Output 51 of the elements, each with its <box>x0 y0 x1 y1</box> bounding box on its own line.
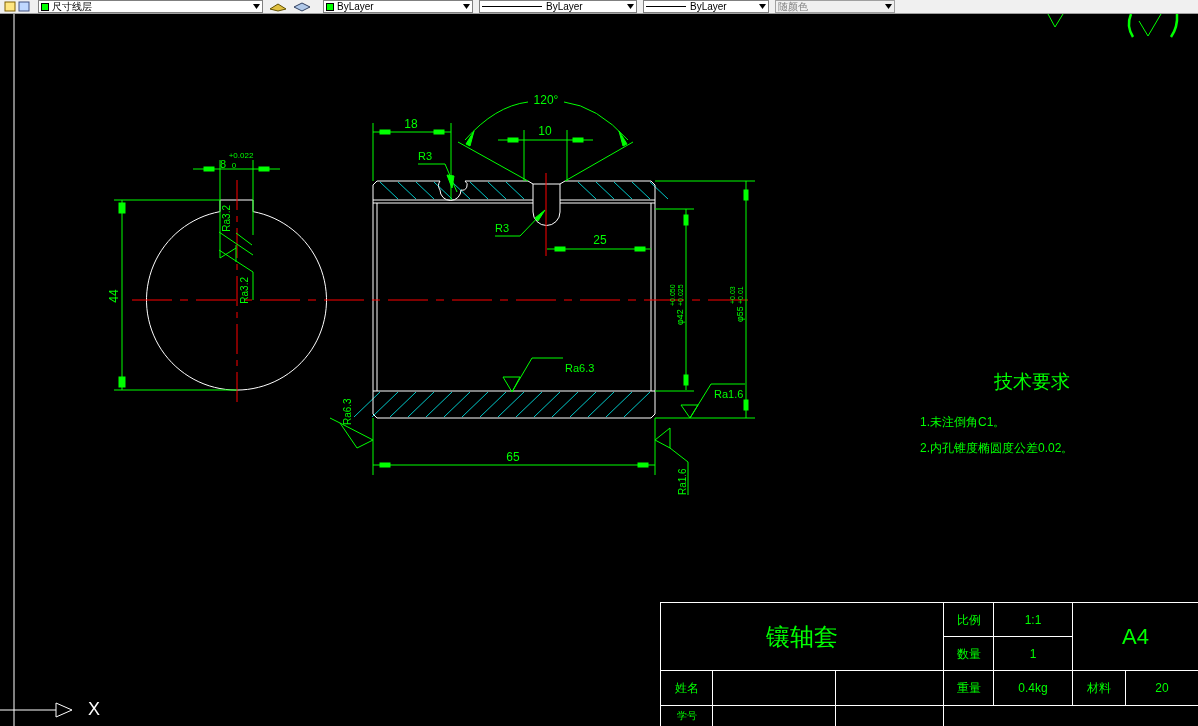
linetype-dropdown[interactable]: ByLayer <box>479 0 637 13</box>
requirement-text: 1.未注倒角C1。 <box>920 416 1007 428</box>
dimension-text: 65 <box>506 450 520 464</box>
layer-state-icon[interactable] <box>4 1 32 12</box>
requirements-title: 技术要求 <box>993 372 1071 391</box>
tolerance-text: +0.022 <box>228 151 254 160</box>
tolerance-text: 0 <box>231 161 237 170</box>
dimension-text: R3 <box>494 222 510 234</box>
roughness-symbol-icon <box>1127 13 1179 38</box>
field-value: 0.4kg <box>1018 680 1048 697</box>
field-label: 材料 <box>1087 680 1111 697</box>
dimension-text: 25 <box>593 233 607 247</box>
dimension-text: 8 <box>219 158 227 170</box>
roughness-text: Ra6.3 <box>565 362 595 374</box>
dropdown-arrow-icon[interactable] <box>627 4 634 9</box>
dimension-text: 44 <box>107 289 121 303</box>
field-label: 比例 <box>956 611 981 629</box>
roughness-symbol-icon <box>1047 13 1064 28</box>
dimension-text: 10 <box>538 124 552 138</box>
part-name: 镶轴套 <box>766 621 838 652</box>
field-label: 重量 <box>956 680 981 697</box>
sheet-size: A4 <box>1122 623 1149 651</box>
dimension-text: φ55 <box>735 306 745 322</box>
plot-style-dropdown[interactable]: 随颜色 <box>775 0 895 13</box>
ucs-icon <box>0 702 73 718</box>
dimension-text: 120° <box>533 93 559 107</box>
roughness-text: Ra3.2 <box>221 205 232 232</box>
dimension-text: 18 <box>404 117 418 131</box>
dropdown-arrow-icon[interactable] <box>253 4 260 9</box>
roughness-text: Ra1.6 <box>714 388 744 400</box>
requirement-text: 2.内孔锥度椭圆度公差0.02。 <box>920 442 1075 454</box>
field-value: 20 <box>1155 680 1169 697</box>
dropdown-arrow-icon[interactable] <box>463 4 470 9</box>
dropdown-arrow-icon[interactable] <box>885 4 892 9</box>
field-label: 学号 <box>676 711 697 721</box>
roughness-text: Ra1.6 <box>677 468 688 495</box>
dimension-text: φ42 <box>675 309 685 325</box>
field-value: 1 <box>1029 645 1037 663</box>
roughness-text: Ra3.2 <box>239 277 250 304</box>
roughness-text: Ra6.3 <box>342 398 353 425</box>
ucs-axis-label: X <box>88 700 100 718</box>
field-label: 姓名 <box>674 680 699 697</box>
layer-dropdown[interactable]: 尺寸线层 <box>38 0 263 13</box>
dimension-text: R3 <box>417 150 433 162</box>
layer-tool-icon[interactable] <box>269 1 287 12</box>
field-value: 1:1 <box>1024 611 1042 629</box>
field-label: 数量 <box>956 645 981 663</box>
color-dropdown[interactable]: ByLayer <box>323 0 473 13</box>
dropdown-arrow-icon[interactable] <box>759 4 766 9</box>
layers-icon[interactable] <box>293 1 311 12</box>
lineweight-dropdown[interactable]: ByLayer <box>643 0 769 13</box>
